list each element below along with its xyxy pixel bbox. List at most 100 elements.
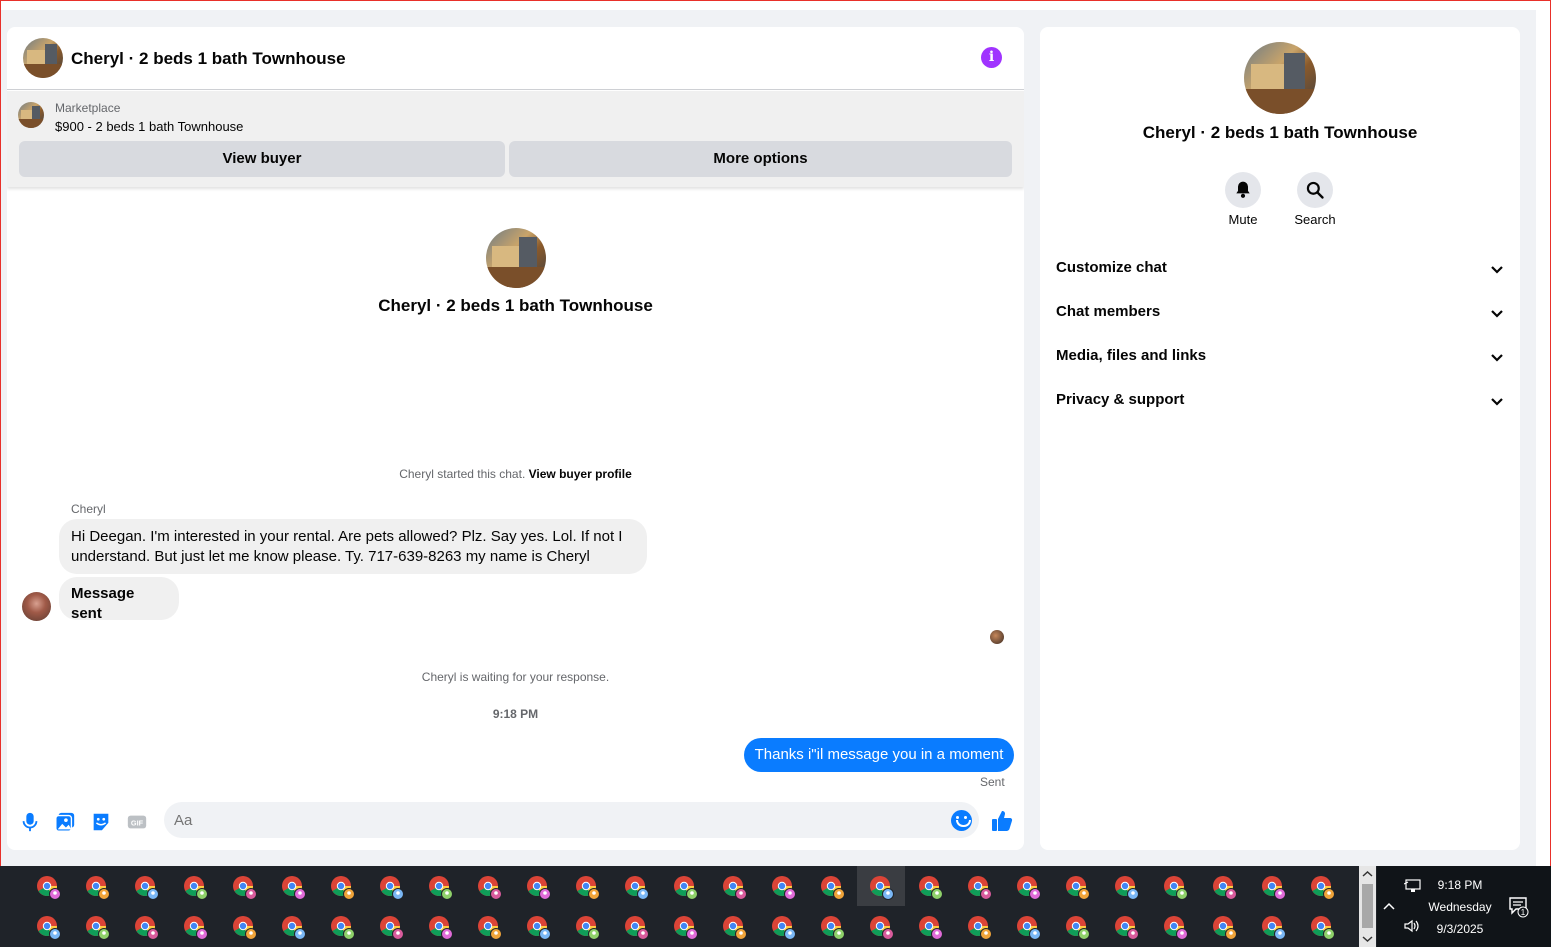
chrome-taskbar-icon[interactable] [623, 914, 651, 942]
more-options-button[interactable]: More options [509, 141, 1012, 177]
chrome-taskbar-icon[interactable] [280, 914, 308, 942]
listing-thumbnail[interactable] [18, 102, 44, 128]
details-avatar[interactable] [1244, 42, 1316, 114]
chrome-taskbar-icon[interactable] [917, 874, 945, 902]
chrome-taskbar-icon[interactable] [378, 914, 406, 942]
view-buyer-profile-link[interactable]: View buyer profile [529, 467, 632, 481]
svg-text:1: 1 [1521, 908, 1526, 917]
chrome-taskbar-icon[interactable] [476, 914, 504, 942]
incoming-message[interactable]: Message sent [59, 577, 179, 622]
chrome-taskbar-icon[interactable] [1015, 914, 1043, 942]
view-buyer-button[interactable]: View buyer [19, 141, 505, 177]
taskbar: 9:18 PM Wednesday 9/3/2025 1 [0, 866, 1551, 947]
chrome-taskbar-icon[interactable] [329, 874, 357, 902]
chat-members-section[interactable]: Chat members [1056, 303, 1504, 327]
gif-icon[interactable]: GIF [126, 811, 148, 833]
volume-icon[interactable] [1403, 918, 1421, 934]
chrome-taskbar-icon[interactable] [84, 874, 112, 902]
scroll-down-icon[interactable] [1359, 933, 1376, 945]
chrome-taskbar-icon[interactable] [721, 874, 749, 902]
media-files-links-section[interactable]: Media, files and links [1056, 347, 1504, 371]
sender-avatar[interactable] [22, 592, 51, 621]
system-tray: 9:18 PM Wednesday 9/3/2025 1 [1377, 866, 1551, 947]
chrome-taskbar-icon[interactable] [1260, 874, 1288, 902]
chrome-taskbar-icon[interactable] [1064, 914, 1092, 942]
chrome-taskbar-icon[interactable] [770, 874, 798, 902]
chrome-taskbar-icon[interactable] [182, 874, 210, 902]
chrome-taskbar-icon[interactable] [231, 914, 259, 942]
chrome-taskbar-icon[interactable] [574, 874, 602, 902]
chrome-taskbar-icon[interactable] [1309, 874, 1337, 902]
info-icon[interactable]: i [981, 47, 1002, 68]
chrome-taskbar-icon[interactable] [378, 874, 406, 902]
chrome-taskbar-icon[interactable] [525, 874, 553, 902]
chrome-taskbar-icon[interactable] [1162, 874, 1190, 902]
chrome-taskbar-icon[interactable] [1211, 874, 1239, 902]
chrome-taskbar-icon[interactable] [672, 874, 700, 902]
scrollbar-thumb[interactable] [1362, 884, 1373, 928]
chrome-taskbar-icon[interactable] [427, 914, 455, 942]
microphone-icon[interactable] [19, 811, 41, 833]
network-icon[interactable] [1404, 878, 1422, 894]
search-button[interactable] [1297, 172, 1333, 208]
taskbar-scrollbar[interactable] [1359, 866, 1376, 947]
chrome-taskbar-icon[interactable] [476, 874, 504, 902]
chrome-taskbar-icon[interactable] [672, 914, 700, 942]
chat-avatar[interactable] [23, 38, 63, 78]
clock-time[interactable]: 9:18 PM [1425, 878, 1495, 892]
photo-icon[interactable] [54, 811, 76, 833]
clock-date[interactable]: 9/3/2025 [1425, 922, 1495, 936]
chrome-taskbar-icon[interactable] [280, 874, 308, 902]
outgoing-message[interactable]: Thanks i"il message you in a moment [744, 738, 1014, 772]
chrome-taskbar-icon[interactable] [819, 914, 847, 942]
chrome-taskbar-icon[interactable] [35, 914, 63, 942]
chrome-taskbar-icon[interactable] [1064, 874, 1092, 902]
marketplace-banner: Marketplace $900 - 2 beds 1 bath Townhou… [7, 91, 1024, 187]
listing-title[interactable]: $900 - 2 beds 1 bath Townhouse [55, 119, 243, 134]
chrome-taskbar-icon[interactable] [721, 914, 749, 942]
message-input[interactable] [164, 802, 979, 838]
chrome-taskbar-icon[interactable] [329, 914, 357, 942]
notification-center-icon[interactable]: 1 [1508, 896, 1530, 918]
chrome-taskbar-icon[interactable] [574, 914, 602, 942]
chrome-taskbar-icon[interactable] [1260, 914, 1288, 942]
chrome-taskbar-icon[interactable] [133, 914, 161, 942]
chrome-taskbar-icon[interactable] [868, 914, 896, 942]
scroll-up-icon[interactable] [1359, 868, 1376, 880]
emoji-icon[interactable] [951, 810, 972, 831]
incoming-message[interactable]: Hi Deegan. I'm interested in your rental… [59, 519, 647, 574]
bell-icon [1236, 181, 1250, 198]
chrome-taskbar-icon[interactable] [819, 874, 847, 902]
chrome-taskbar-icon[interactable] [84, 914, 112, 942]
chrome-taskbar-icon[interactable] [231, 874, 259, 902]
customize-chat-section[interactable]: Customize chat [1056, 259, 1504, 283]
chat-title[interactable]: Cheryl · 2 beds 1 bath Townhouse [71, 49, 346, 69]
privacy-support-section[interactable]: Privacy & support [1056, 391, 1504, 415]
chrome-taskbar-icon[interactable] [917, 914, 945, 942]
chrome-taskbar-icon[interactable] [868, 874, 896, 902]
mute-label: Mute [1228, 212, 1258, 227]
section-label: Customize chat [1056, 259, 1167, 276]
chrome-taskbar-icon[interactable] [35, 874, 63, 902]
chrome-taskbar-icon[interactable] [1162, 914, 1190, 942]
chrome-taskbar-icon[interactable] [1113, 874, 1141, 902]
mute-button[interactable] [1225, 172, 1261, 208]
chrome-taskbar-icon[interactable] [182, 914, 210, 942]
chrome-taskbar-icon[interactable] [1113, 914, 1141, 942]
svg-text:GIF: GIF [131, 819, 144, 828]
chrome-taskbar-icon[interactable] [427, 874, 455, 902]
chrome-taskbar-icon[interactable] [966, 914, 994, 942]
chevron-up-icon[interactable] [1382, 901, 1396, 911]
chrome-taskbar-icon[interactable] [133, 874, 161, 902]
chrome-taskbar-icon[interactable] [966, 874, 994, 902]
clock-day[interactable]: Wednesday [1425, 900, 1495, 914]
thumbs-up-icon[interactable] [990, 809, 1014, 833]
chrome-taskbar-icon[interactable] [1015, 874, 1043, 902]
chrome-taskbar-icon[interactable] [623, 874, 651, 902]
conversation-avatar[interactable] [486, 228, 546, 288]
chrome-taskbar-icon[interactable] [525, 914, 553, 942]
chrome-taskbar-icon[interactable] [1309, 914, 1337, 942]
chrome-taskbar-icon[interactable] [770, 914, 798, 942]
chrome-taskbar-icon[interactable] [1211, 914, 1239, 942]
sticker-icon[interactable] [90, 811, 112, 833]
